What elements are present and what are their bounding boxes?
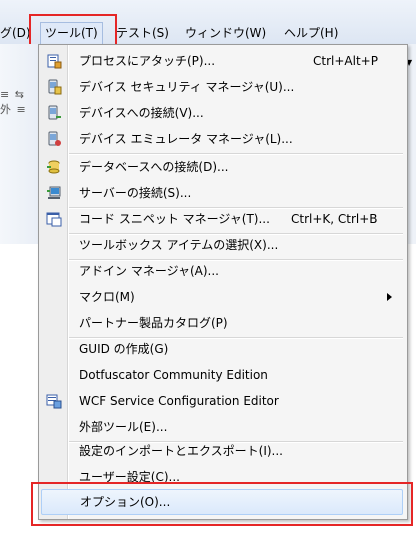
menu-debug[interactable]: グ(D) [0,22,35,44]
menu-item-label: パートナー製品カタログ(P) [79,316,228,330]
tools-dropdown-menu: プロセスにアタッチ(P)... Ctrl+Alt+P デバイス セキュリティ マ… [38,44,408,520]
menu-item-label: オプション(O)... [80,495,171,509]
menu-item-database-connect[interactable]: データベースへの接続(D)... [41,155,403,179]
menu-bar: グ(D) ツール(T) テスト(S) ウィンドウ(W) ヘルプ(H) [0,0,416,45]
menu-item-choose-toolbox-items[interactable]: ツールボックス アイテムの選択(X)... [41,233,403,257]
menu-item-device-emulator[interactable]: デバイス エミュレータ マネージャ(L)... [41,127,403,151]
menu-item-label: WCF Service Configuration Editor [79,394,279,408]
submenu-arrow-icon [387,293,392,301]
menu-item-label: Dotfuscator Community Edition [79,368,268,382]
menu-tools[interactable]: ツール(T) [40,22,103,45]
menu-window[interactable]: ウィンドウ(W) [181,22,270,44]
menu-item-label: ツールボックス アイテムの選択(X)... [79,238,279,252]
menu-item-label: ユーザー設定(C)... [79,470,180,484]
menu-item-label: デバイスへの接続(V)... [79,106,204,120]
device-connect-icon [48,105,61,120]
menu-item-code-snippet[interactable]: コード スニペット マネージャ(T)... Ctrl+K, Ctrl+B [41,207,403,231]
menu-item-macros[interactable]: マクロ(M) [41,285,403,309]
menu-item-label: アドイン マネージャ(A)... [79,264,219,278]
menu-item-label: サーバーの接続(S)... [79,186,192,200]
menu-item-external-tools[interactable]: 外部ツール(E)... [41,415,403,439]
menu-item-label: GUID の作成(G) [79,342,169,356]
menu-item-label: デバイス セキュリティ マネージャ(U)... [79,80,295,94]
menu-item-label: 設定のインポートとエクスポート(I)... [79,444,283,458]
menu-item-partner-catalog[interactable]: パートナー製品カタログ(P) [41,311,403,335]
device-emulator-icon [48,131,61,146]
menu-item-server-connect[interactable]: サーバーの接続(S)... [41,181,403,205]
menu-item-device-connect[interactable]: デバイスへの接続(V)... [41,101,403,125]
menu-item-label: 外部ツール(E)... [79,420,168,434]
menu-item-label: デバイス エミュレータ マネージャ(L)... [79,132,293,146]
menu-item-label: データベースへの接続(D)... [79,160,229,174]
toolbar-icons: ≡ ⇆ 外 ≡ [0,88,27,116]
attach-process-icon [47,54,62,69]
menu-item-shortcut: Ctrl+Alt+P [313,54,378,68]
menu-test[interactable]: テスト(S) [112,22,173,44]
menu-item-customize[interactable]: ユーザー設定(C)... [41,465,403,489]
wcf-editor-icon [46,394,62,409]
menu-item-label: コード スニペット マネージャ(T)... [79,212,270,226]
server-connect-icon [47,186,61,199]
menu-item-create-guid[interactable]: GUID の作成(G) [41,337,403,361]
menu-item-device-security[interactable]: デバイス セキュリティ マネージャ(U)... [41,75,403,99]
menu-item-import-export-settings[interactable]: 設定のインポートとエクスポート(I)... [41,439,403,463]
code-snippet-icon [46,212,62,227]
menu-item-addin-manager[interactable]: アドイン マネージャ(A)... [41,259,403,283]
menu-item-dotfuscator[interactable]: Dotfuscator Community Edition [41,363,403,387]
menu-item-options[interactable]: オプション(O)... [41,489,403,515]
menu-help[interactable]: ヘルプ(H) [280,22,342,44]
menu-item-wcf-editor[interactable]: WCF Service Configuration Editor [41,389,403,413]
menu-item-label: マクロ(M) [79,290,135,304]
device-security-icon [48,79,62,95]
toolbar-strip [0,44,40,244]
menu-item-shortcut: Ctrl+K, Ctrl+B [291,212,378,226]
menu-item-label: プロセスにアタッチ(P)... [79,54,216,68]
menu-item-attach-process[interactable]: プロセスにアタッチ(P)... Ctrl+Alt+P [41,49,403,73]
database-connect-icon [47,160,60,174]
